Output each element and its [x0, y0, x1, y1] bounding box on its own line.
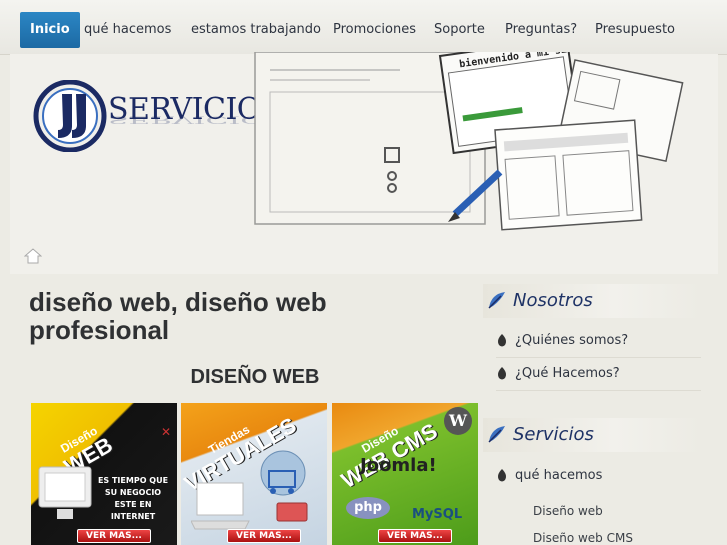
flame-bullet-icon [498, 334, 506, 347]
promo-diseno-web-cms[interactable]: Diseño WEB CMS W Joomla! php MySQL VER M… [332, 403, 478, 545]
leaf-icon [488, 426, 505, 443]
top-navigation: Inicio qué hacemos estamos trabajando Pr… [0, 0, 727, 55]
computer-monitor-icon [38, 466, 92, 519]
promo-caption: ES TIEMPO QUE SU NEGOCIO ESTE EN INTERNE… [97, 476, 169, 521]
home-icon[interactable] [23, 248, 43, 268]
php-logo: php [346, 497, 390, 519]
web-design-sketch-illustration: bienvenido a mi sitio [250, 37, 705, 246]
joomla-logo-text: Joomla! [360, 455, 437, 476]
sidebar-link-quienes-somos[interactable]: ¿Quiénes somos? [496, 325, 701, 358]
sidebar-sublink-diseno-web[interactable]: Diseño web [533, 504, 603, 518]
nav-item-promociones[interactable]: Promociones [333, 12, 416, 48]
close-icon: ✕ [160, 425, 171, 439]
nav-item-preguntas[interactable]: Preguntas? [505, 12, 577, 48]
flame-bullet-icon [498, 469, 506, 482]
sidebar-heading-nosotros: Nosotros [487, 290, 593, 315]
company-logo[interactable] [32, 79, 108, 156]
ver-mas-button[interactable]: VER MAS... [227, 529, 301, 543]
shopping-cart-icon [260, 450, 308, 522]
nav-item-estamos-trabajando[interactable]: estamos trabajando [191, 12, 321, 48]
ver-mas-button[interactable]: VER MAS... [378, 529, 452, 543]
promo-diseno-web[interactable]: Diseño WEB ES TIEMPO QUE SU NEGOCIO ESTE… [31, 403, 177, 545]
promo-tiendas-virtuales[interactable]: Tiendas VIRTUALES VER MAS... [181, 403, 327, 545]
mysql-logo: MySQL [412, 507, 463, 522]
nav-item-que-hacemos[interactable]: qué hacemos [84, 12, 171, 48]
sidebar-link-servicios-que-hacemos[interactable]: qué hacemos [496, 460, 701, 492]
nav-item-soporte[interactable]: Soporte [434, 12, 485, 48]
section-heading: DISEÑO WEB [190, 366, 320, 388]
nav-item-inicio[interactable]: Inicio [20, 12, 80, 48]
laptop-icon [191, 482, 250, 530]
flame-bullet-icon [498, 367, 506, 380]
promo-ribbon: Diseño WEB CMS [336, 418, 442, 494]
sidebar-sublink-diseno-web-cms[interactable]: Diseño web CMS [533, 531, 633, 545]
nav-item-presupuesto[interactable]: Presupuesto [595, 12, 675, 48]
sidebar-link-que-hacemos[interactable]: ¿Qué Hacemos? [496, 358, 701, 391]
sidebar-heading-servicios: Servicios [487, 424, 594, 449]
wordpress-icon: W [444, 407, 472, 435]
leaf-icon [488, 292, 505, 309]
ver-mas-button[interactable]: VER MAS... [77, 529, 151, 543]
page-title: diseño web, diseño web profesional [29, 287, 327, 345]
